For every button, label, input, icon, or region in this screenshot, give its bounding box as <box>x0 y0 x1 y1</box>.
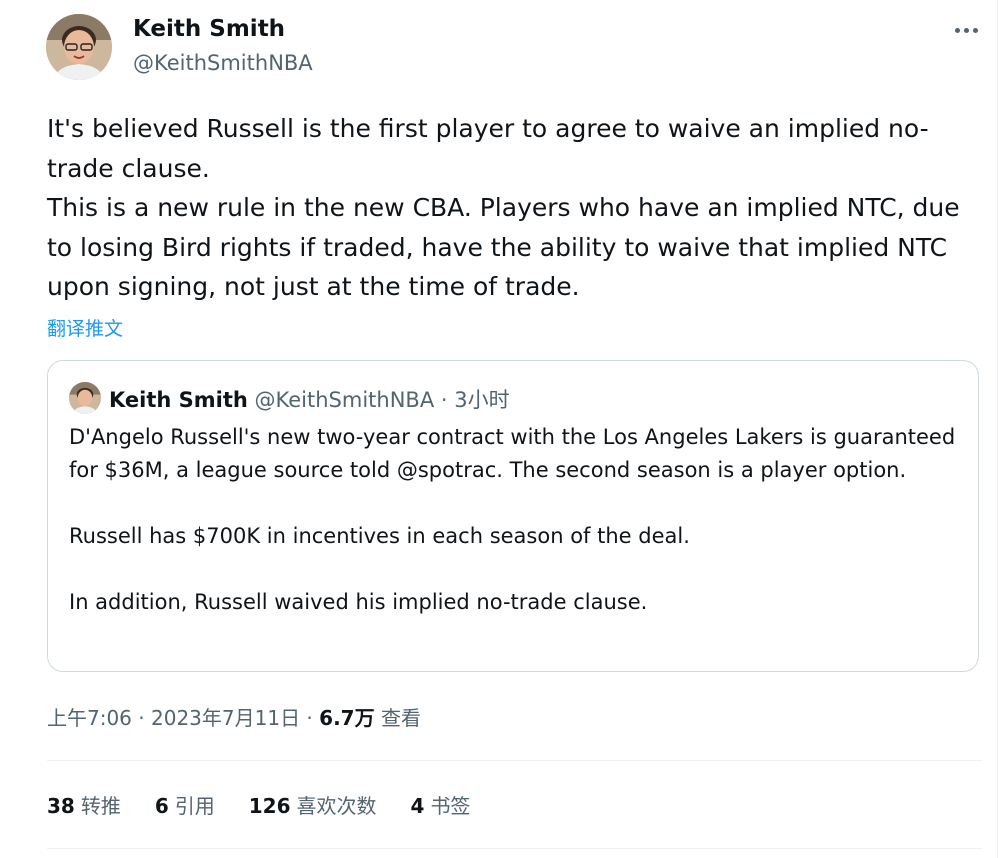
more-options-button[interactable] <box>944 14 988 46</box>
quotes-count: 6 <box>154 794 169 818</box>
quoted-paragraph: D'Angelo Russell's new two-year contract… <box>69 425 956 482</box>
views-label: 查看 <box>380 706 421 730</box>
more-dot <box>963 27 969 33</box>
author-avatar[interactable] <box>46 14 112 80</box>
likes-label: 喜欢次数 <box>296 794 377 818</box>
likes-stat[interactable]: 126 喜欢次数 <box>249 790 377 819</box>
quotes-label: 引用 <box>174 794 215 818</box>
tweet-paragraph: This is a new rule in the new CBA. Playe… <box>47 193 960 301</box>
retweets-count: 38 <box>47 794 75 818</box>
retweets-label: 转推 <box>80 794 121 818</box>
quoted-tweet-header: Keith Smith @KeithSmithNBA · 3小时 <box>109 384 510 414</box>
retweets-stat[interactable]: 38 转推 <box>47 790 121 819</box>
quoted-author-avatar[interactable] <box>69 382 101 414</box>
quoted-tweet-card[interactable]: Keith Smith @KeithSmithNBA · 3小时 D'Angel… <box>47 360 979 672</box>
quoted-paragraph: In addition, Russell waived his implied … <box>69 590 648 614</box>
meta-separator: · <box>300 706 320 730</box>
bookmarks-count: 4 <box>410 794 425 818</box>
likes-count: 126 <box>248 794 291 818</box>
more-horizontal-icon <box>954 27 960 33</box>
quoted-time[interactable]: 3小时 <box>454 388 509 412</box>
author-handle[interactable]: @KeithSmithNBA <box>133 51 313 75</box>
meta-separator: · <box>131 706 151 730</box>
quoted-paragraph: Russell has $700K in incentives in each … <box>69 524 690 548</box>
quotes-stat[interactable]: 6 引用 <box>155 790 215 819</box>
quoted-author-name[interactable]: Keith Smith <box>109 388 248 412</box>
author-name[interactable]: Keith Smith <box>133 16 285 42</box>
views-count: 6.7万 <box>319 706 375 730</box>
bookmarks-label: 书签 <box>430 794 471 818</box>
tweet-paragraph: It's believed Russell is the first playe… <box>47 114 929 183</box>
tweet-meta: 上午7:06 · 2023年7月11日 · 6.7万 查看 <box>47 702 421 731</box>
tweet-time[interactable]: 上午7:06 <box>47 706 132 730</box>
bookmarks-stat[interactable]: 4 书签 <box>411 790 471 819</box>
quoted-author-handle[interactable]: @KeithSmithNBA <box>255 388 435 412</box>
quoted-tweet-text: D'Angelo Russell's new two-year contract… <box>69 421 959 619</box>
column-border <box>997 0 998 858</box>
divider <box>47 848 982 849</box>
tweet-stats: 38 转推 6 引用 126 喜欢次数 4 书签 <box>47 790 470 819</box>
translate-tweet-link[interactable]: 翻译推文 <box>47 314 123 341</box>
tweet-date[interactable]: 2023年7月11日 <box>151 706 300 730</box>
more-dot <box>972 27 978 33</box>
tweet-text: It's believed Russell is the first playe… <box>47 109 982 307</box>
quoted-separator: · <box>434 388 455 412</box>
divider <box>47 760 982 761</box>
